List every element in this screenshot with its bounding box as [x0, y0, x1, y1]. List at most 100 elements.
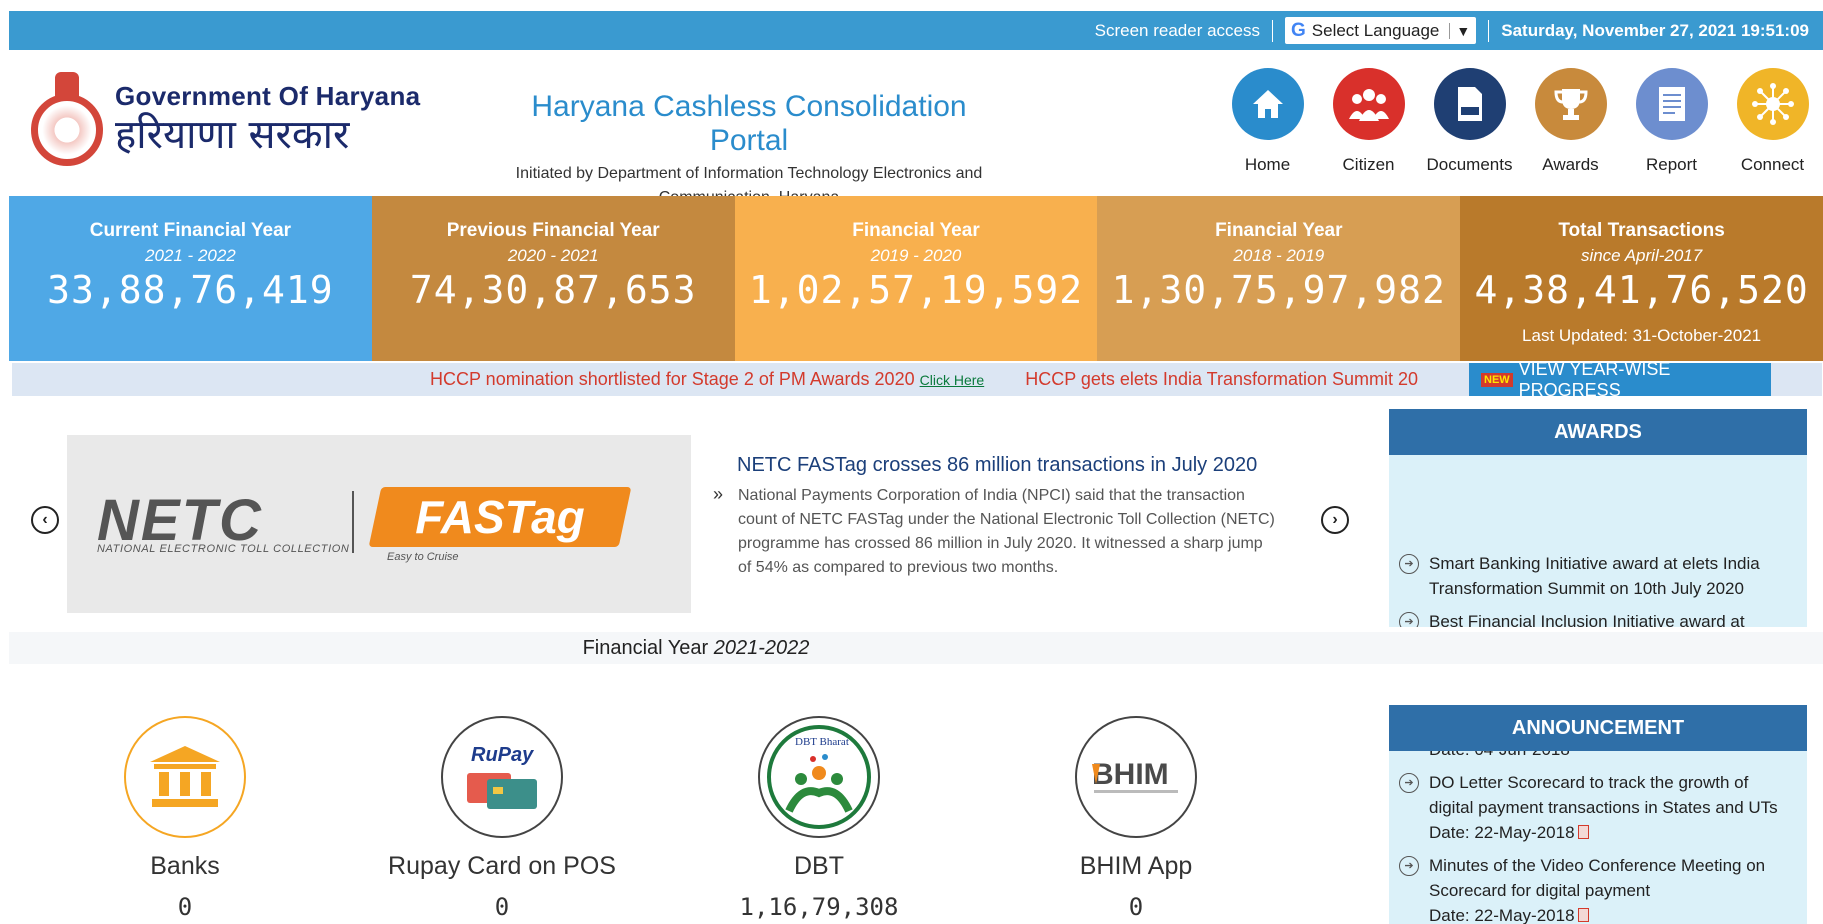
fastag-logo: FASTag: [368, 487, 632, 547]
haryana-emblem-icon: [27, 66, 107, 172]
bhim-icon: BHIM: [1075, 716, 1197, 838]
svg-text:RuPay: RuPay: [471, 744, 534, 766]
nav-documents[interactable]: Documents: [1419, 68, 1520, 175]
card-value: 0: [177, 893, 193, 921]
page: Screen reader access G Select Language ▼…: [0, 0, 1823, 924]
trophy-icon: [1534, 68, 1607, 140]
stat-value: 33,88,76,419: [47, 268, 334, 312]
arrow-right-circle-icon: ➔: [1399, 773, 1419, 793]
nav-citizen[interactable]: Citizen: [1318, 68, 1419, 175]
stat-title: Previous Financial Year: [446, 220, 660, 241]
stat-title: Financial Year: [852, 220, 980, 241]
announcement-date: Date: 22-May-2018: [1429, 823, 1575, 842]
nav-connect[interactable]: Connect: [1722, 68, 1823, 175]
screen-reader-link[interactable]: Screen reader access: [1083, 19, 1273, 42]
new-badge-icon: NEW: [1481, 372, 1513, 387]
dbt-icon: DBT Bharat: [758, 716, 880, 838]
transaction-stats: Current Financial Year 2021 - 2022 33,88…: [9, 196, 1823, 361]
card-label: Banks: [150, 852, 220, 880]
arrow-right-circle-icon: ➔: [1399, 612, 1419, 627]
card-label: DBT: [794, 852, 844, 880]
stat-fy-2018: Financial Year 2018 - 2019 1,30,75,97,98…: [1097, 196, 1461, 361]
stat-fy-2019: Financial Year 2019 - 2020 1,02,57,19,59…: [734, 196, 1098, 361]
award-text: Best Financial Inclusion Initiative awar…: [1429, 612, 1745, 627]
portal-title-block: Haryana Cashless Consolidation Portal In…: [489, 90, 1009, 210]
slider-prev-button[interactable]: ‹: [31, 506, 59, 534]
awards-heading: AWARDS: [1389, 409, 1807, 455]
stat-year: 2020 - 2021: [507, 246, 599, 265]
announcement-item[interactable]: ➔ DO Letter Scorecard to track the growt…: [1389, 770, 1807, 845]
card-banks[interactable]: Banks 0: [45, 716, 325, 921]
nav-home[interactable]: Home: [1217, 68, 1318, 175]
announcement-partial-text: Date: 04-Jun-2018: [1429, 751, 1570, 762]
announcement-partial: Date: 04-Jun-2018: [1389, 751, 1807, 762]
stat-title: Current Financial Year: [89, 220, 292, 241]
nav-home-label: Home: [1244, 155, 1291, 174]
document-icon: [1433, 68, 1506, 140]
slide-news-body: National Payments Corporation of India (…: [738, 487, 1275, 576]
language-select-label: Select Language: [1311, 20, 1440, 40]
announcement-text: Minutes of the Video Conference Meeting …: [1429, 856, 1766, 900]
card-bhim[interactable]: BHIM BHIM App 0: [996, 716, 1276, 921]
header: Government Of Haryana हरियाणा सरकार Hary…: [9, 50, 1823, 206]
stat-current-fy: Current Financial Year 2021 - 2022 33,88…: [9, 196, 372, 361]
card-value: 0: [494, 893, 510, 921]
logo-hindi-text: हरियाणा सरकार: [115, 111, 350, 158]
stat-value: 4,38,41,76,520: [1474, 268, 1809, 312]
double-chevron-icon: »: [713, 484, 724, 504]
award-item[interactable]: ➔ Best Financial Inclusion Initiative aw…: [1389, 609, 1807, 627]
announcement-text: DO Letter Scorecard to track the growth …: [1429, 773, 1778, 817]
pdf-icon[interactable]: [1577, 908, 1589, 922]
announcement-panel: ANNOUNCEMENT Date: 04-Jun-2018 ➔ DO Lett…: [1389, 705, 1807, 924]
slide-news-title[interactable]: NETC FASTag crosses 86 million transacti…: [737, 454, 1257, 477]
nav-awards-label: Awards: [1542, 155, 1599, 174]
stat-value: 1,02,57,19,592: [748, 268, 1084, 312]
stat-total-transactions: Total Transactions since April-2017 4,38…: [1460, 196, 1823, 361]
ticker-item[interactable]: HCCP gets elets India Transformation Sum…: [1025, 369, 1418, 389]
card-rupay[interactable]: RuPay Rupay Card on POS 0: [362, 716, 642, 921]
card-label: BHIM App: [1079, 852, 1193, 880]
nav-citizen-label: Citizen: [1342, 155, 1395, 174]
bank-icon: [124, 716, 246, 838]
card-dbt[interactable]: DBT Bharat DBT 1,16,79,308: [679, 716, 959, 921]
nav-documents-label: Documents: [1426, 155, 1513, 174]
view-progress-button[interactable]: NEW VIEW YEAR-WISE PROGRESS: [1469, 359, 1771, 400]
svg-text:BHIM: BHIM: [1092, 758, 1169, 791]
language-select[interactable]: G Select Language ▼: [1285, 17, 1477, 44]
nav-connect-label: Connect: [1740, 155, 1805, 174]
current-datetime: Saturday, November 27, 2021 19:51:09: [1488, 19, 1809, 42]
chevron-left-icon: ‹: [42, 511, 48, 528]
announcement-heading: ANNOUNCEMENT: [1389, 705, 1807, 751]
stat-year: 2018 - 2019: [1233, 246, 1325, 265]
announcement-date: Date: 22-May-2018: [1429, 906, 1575, 924]
nav-report[interactable]: Report: [1621, 68, 1722, 175]
fastag-tagline: Easy to Cruise: [387, 551, 459, 563]
chevron-down-icon: ▼: [1449, 22, 1470, 39]
slider-next-button[interactable]: ›: [1321, 506, 1349, 534]
award-item[interactable]: ➔ Smart Banking Initiative award at elet…: [1389, 551, 1807, 601]
portal-title: Haryana Cashless Consolidation Portal: [531, 90, 967, 157]
haryana-logo[interactable]: Government Of Haryana हरियाणा सरकार: [27, 66, 420, 172]
home-icon: [1231, 68, 1304, 140]
ticker-item[interactable]: HCCP nomination shortlisted for Stage 2 …: [430, 369, 915, 389]
pdf-icon[interactable]: [1577, 825, 1589, 839]
view-progress-label: VIEW YEAR-WISE PROGRESS: [1518, 358, 1671, 400]
announcement-item[interactable]: ➔ Minutes of the Video Conference Meetin…: [1389, 853, 1807, 924]
click-here-link[interactable]: Click Here: [920, 372, 985, 388]
top-bar: Screen reader access G Select Language ▼…: [9, 11, 1823, 50]
financial-year-strip: Financial Year 2021-2022: [9, 632, 1823, 664]
card-value: 1,16,79,308: [739, 893, 899, 921]
stat-title: Financial Year: [1215, 220, 1343, 241]
report-icon: [1635, 68, 1708, 140]
stat-value: 74,30,87,653: [409, 268, 697, 312]
netc-logo-subtext: NATIONAL ELECTRONIC TOLL COLLECTION: [97, 543, 350, 555]
awards-panel: AWARDS ➔ Smart Banking Initiative award …: [1389, 409, 1807, 627]
stat-value: 1,30,75,97,982: [1111, 268, 1446, 312]
stat-previous-fy: Previous Financial Year 2020 - 2021 74,3…: [371, 196, 735, 361]
chevron-right-icon: ›: [1332, 511, 1338, 528]
arrow-right-circle-icon: ➔: [1399, 856, 1419, 876]
fastag-logo-text: FASTag: [415, 491, 585, 543]
arrow-right-circle-icon: ➔: [1399, 554, 1419, 574]
nav-awards[interactable]: Awards: [1520, 68, 1621, 175]
google-icon: G: [1291, 19, 1306, 41]
